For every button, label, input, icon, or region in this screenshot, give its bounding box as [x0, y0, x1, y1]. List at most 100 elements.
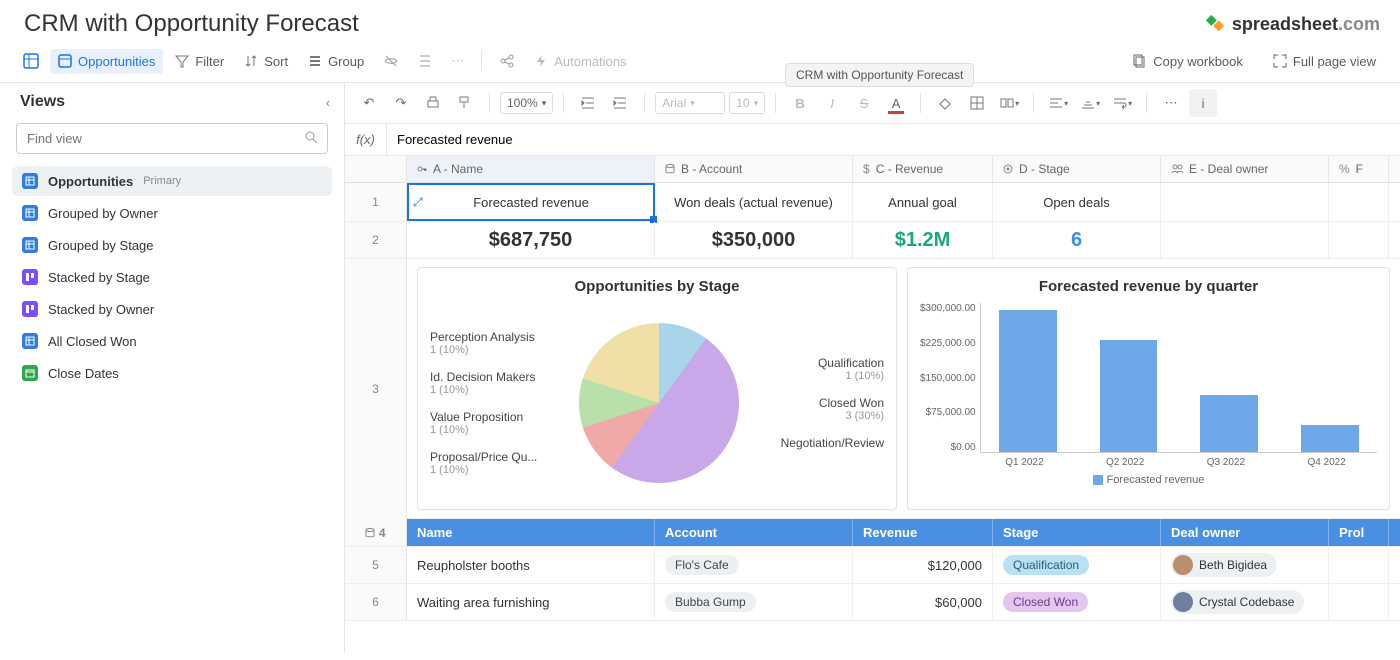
corner-cell[interactable] [345, 156, 407, 182]
strikethrough-button[interactable]: S [850, 89, 878, 117]
cell-prob[interactable] [1329, 547, 1389, 583]
col-header-F[interactable]: %F [1329, 156, 1389, 182]
zoom-dropdown[interactable]: 100% ▾ [500, 92, 553, 114]
account-pill[interactable]: Flo's Cafe [665, 555, 739, 575]
th-prob[interactable]: Prol [1329, 519, 1389, 546]
col-header-B[interactable]: B - Account [655, 156, 853, 182]
info-button[interactable]: i [1189, 89, 1217, 117]
paint-format-button[interactable] [451, 89, 479, 117]
cell-stage[interactable]: Qualification [993, 547, 1161, 583]
cell-prob[interactable] [1329, 584, 1389, 620]
view-item-stacked-by-stage[interactable]: Stacked by Stage [12, 262, 332, 292]
view-item-grouped-by-stage[interactable]: Grouped by Stage [12, 230, 332, 260]
view-item-opportunities[interactable]: Opportunities Primary [12, 166, 332, 196]
cell-name[interactable]: Waiting area furnishing [407, 584, 655, 620]
align-h-button[interactable]: ▾ [1044, 89, 1072, 117]
font-dropdown[interactable]: Arial ▾ [655, 92, 725, 114]
collapse-sidebar-button[interactable]: ‹ [326, 95, 330, 110]
cell-D1[interactable]: Open deals [993, 183, 1161, 221]
spreadsheet-grid[interactable]: A - Name B - Account $C - Revenue D - St… [345, 156, 1400, 653]
merge-button[interactable]: ▾ [995, 89, 1023, 117]
undo-button[interactable]: ↶ [355, 89, 383, 117]
owner-chip[interactable]: Crystal Codebase [1171, 590, 1304, 614]
filter-button[interactable]: Filter [167, 49, 232, 74]
cell-A1[interactable]: ⤢Forecasted revenue [407, 183, 655, 221]
cell-E2[interactable] [1161, 222, 1329, 258]
row-header-3[interactable]: 3 [345, 259, 407, 519]
cell-owner[interactable]: Crystal Codebase [1161, 584, 1329, 620]
cell-B2[interactable]: $350,000 [655, 222, 853, 258]
group-button[interactable]: Group [300, 49, 372, 74]
tab-opportunities[interactable]: Opportunities [50, 49, 163, 74]
th-owner[interactable]: Deal owner [1161, 519, 1329, 546]
cell-B1[interactable]: Won deals (actual revenue) [655, 183, 853, 221]
table-row[interactable]: 5 Reupholster booths Flo's Cafe $120,000… [345, 547, 1400, 584]
col-header-A[interactable]: A - Name [407, 156, 655, 182]
redo-button[interactable]: ↷ [387, 89, 415, 117]
view-item-stacked-by-owner[interactable]: Stacked by Owner [12, 294, 332, 324]
th-name[interactable]: Name [407, 519, 655, 546]
indent-increase-button[interactable] [606, 89, 634, 117]
print-button[interactable] [419, 89, 447, 117]
cell-revenue[interactable]: $60,000 [853, 584, 993, 620]
borders-button[interactable] [963, 89, 991, 117]
italic-button[interactable]: I [818, 89, 846, 117]
table-row[interactable]: 6 Waiting area furnishing Bubba Gump $60… [345, 584, 1400, 621]
owner-chip[interactable]: Beth Bigidea [1171, 553, 1277, 577]
font-size-dropdown[interactable]: 10 ▾ [729, 92, 765, 114]
row-header[interactable]: 5 [345, 547, 407, 583]
th-revenue[interactable]: Revenue [853, 519, 993, 546]
cell-account[interactable]: Bubba Gump [655, 584, 853, 620]
col-header-E[interactable]: E - Deal owner [1161, 156, 1329, 182]
search-views-input[interactable] [16, 123, 328, 154]
col-header-C[interactable]: $C - Revenue [853, 156, 993, 182]
copy-workbook-button[interactable]: Copy workbook [1125, 49, 1251, 74]
bar-chart-card[interactable]: Forecasted revenue by quarter $300,000.0… [907, 267, 1390, 510]
stage-pill[interactable]: Closed Won [1003, 592, 1088, 612]
brand-logo[interactable]: spreadsheet.com [1204, 13, 1380, 35]
account-pill[interactable]: Bubba Gump [665, 592, 756, 612]
row-header-4[interactable]: 4 [345, 519, 407, 546]
cell-stage[interactable]: Closed Won [993, 584, 1161, 620]
view-item-close-dates[interactable]: Close Dates [12, 358, 332, 388]
more-button[interactable]: ⋯ [444, 48, 471, 74]
expand-row-icon[interactable]: ⤢ [413, 195, 423, 210]
wrap-button[interactable]: ▾ [1108, 89, 1136, 117]
row-header-1[interactable]: 1 [345, 183, 407, 221]
x-tick: Q3 2022 [1176, 453, 1277, 468]
sort-button[interactable]: Sort [236, 49, 296, 74]
bold-button[interactable]: B [786, 89, 814, 117]
row-header-2[interactable]: 2 [345, 222, 407, 258]
indent-decrease-button[interactable] [574, 89, 602, 117]
view-item-grouped-by-owner[interactable]: Grouped by Owner [12, 198, 332, 228]
align-v-button[interactable]: ▾ [1076, 89, 1104, 117]
cell-C2[interactable]: $1.2M [853, 222, 993, 258]
stage-pill[interactable]: Qualification [1003, 555, 1089, 575]
th-stage[interactable]: Stage [993, 519, 1161, 546]
automations-button[interactable]: Automations [526, 49, 634, 74]
view-item-all-closed-won[interactable]: All Closed Won [12, 326, 332, 356]
cell-owner[interactable]: Beth Bigidea [1161, 547, 1329, 583]
cell-A2[interactable]: $687,750 [407, 222, 655, 258]
text-color-button[interactable]: A [882, 89, 910, 117]
cell-E1[interactable] [1161, 183, 1329, 221]
col-header-D[interactable]: D - Stage [993, 156, 1161, 182]
hide-fields-button[interactable] [376, 48, 406, 74]
share-button[interactable] [492, 48, 522, 74]
cell-F1[interactable] [1329, 183, 1389, 221]
pie-chart-card[interactable]: Opportunities by Stage Perception Analys… [417, 267, 897, 510]
formula-input[interactable] [387, 124, 1400, 155]
fullpage-button[interactable]: Full page view [1265, 49, 1384, 74]
grid-view-icon[interactable] [16, 48, 46, 74]
cell-account[interactable]: Flo's Cafe [655, 547, 853, 583]
more-format-button[interactable]: ⋯ [1157, 89, 1185, 117]
row-height-button[interactable] [410, 48, 440, 74]
cell-name[interactable]: Reupholster booths [407, 547, 655, 583]
cell-D2[interactable]: 6 [993, 222, 1161, 258]
th-account[interactable]: Account [655, 519, 853, 546]
cell-F2[interactable] [1329, 222, 1389, 258]
fill-color-button[interactable] [931, 89, 959, 117]
cell-revenue[interactable]: $120,000 [853, 547, 993, 583]
cell-C1[interactable]: Annual goal [853, 183, 993, 221]
row-header[interactable]: 6 [345, 584, 407, 620]
